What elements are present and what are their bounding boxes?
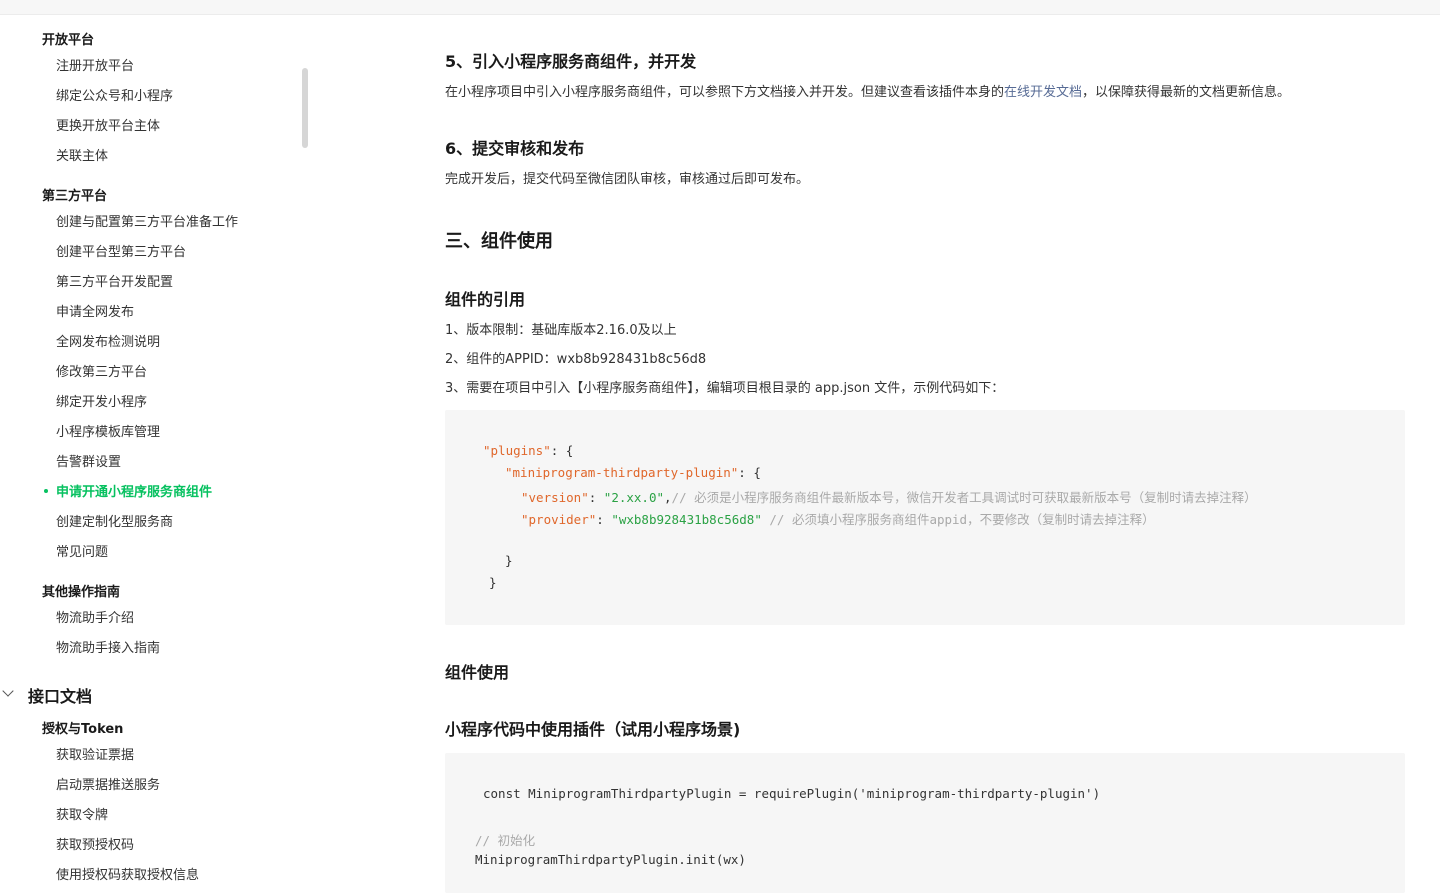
code-block-app-json: "plugins": { "miniprogram-thirdparty-plu… [445,410,1405,625]
sidebar-item-template-library[interactable]: 小程序模板库管理 [56,421,160,440]
sidebar-item-alert-group[interactable]: 告警群设置 [56,451,121,470]
sidebar-item-logistics-intro[interactable]: 物流助手介绍 [56,607,134,626]
sidebar-group-title: 其他操作指南 [42,585,121,600]
code-text: : { [550,443,574,458]
top-bar [0,0,1440,15]
active-indicator-dot [44,489,48,493]
code-text: , [664,490,672,505]
chevron-down-icon[interactable] [2,685,14,697]
sidebar-nav: 开放平台 注册开放平台 绑定公众号和小程序 更换开放平台主体 关联主体 第三方平… [0,15,302,884]
code-string: "2.xx.0" [603,490,665,505]
reference-item-2: 2、组件的APPID：wxb8b928431b8c56d8 [445,352,707,367]
code-line: "plugins": { [483,443,573,458]
doc-content: 5、引入小程序服务商组件，并开发 在小程序项目中引入小程序服务商组件，可以参照下… [310,15,1440,893]
code-line: "miniprogram-thirdparty-plugin": { [505,465,761,480]
heading-component-usage: 组件使用 [445,663,510,682]
sidebar-scrollbar-thumb[interactable] [302,68,308,148]
online-docs-link[interactable]: 在线开发文档 [1004,85,1082,100]
code-text: : { [738,465,761,480]
sidebar-item-custom-provider[interactable]: 创建定制化型服务商 [56,511,173,530]
sidebar-item-auth-info[interactable]: 使用授权码获取授权信息 [56,864,199,883]
code-key: "miniprogram-thirdparty-plugin" [505,465,739,480]
sidebar-item-dev-config[interactable]: 第三方平台开发配置 [56,271,173,290]
heading-step-6: 6、提交审核和发布 [445,139,585,158]
code-comment: // 必须是小程序服务商组件最新版本号，微信开发者工具调试时可获取最新版本号（复… [671,490,1257,505]
paragraph-text: ，以保障获得最新的文档更新信息。 [1082,85,1291,100]
sidebar-item-prep-work[interactable]: 创建与配置第三方平台准备工作 [56,211,238,230]
sidebar-group-title: 开放平台 [42,33,95,48]
code-comment: // 初始化 [475,833,536,848]
paragraph-step-6: 完成开发后，提交代码至微信团队审核，审核通过后即可发布。 [445,172,810,187]
code-line: const MiniprogramThirdpartyPlugin = requ… [483,786,1101,801]
code-text: : [588,490,604,505]
sidebar-item-bind-dev-miniprogram[interactable]: 绑定开发小程序 [56,391,147,410]
code-key: "version" [521,490,589,505]
reference-item-3: 3、需要在项目中引入【小程序服务商组件】，编辑项目根目录的 app.json 文… [445,381,1005,396]
code-line: } [505,553,513,568]
sidebar-item-related-subject[interactable]: 关联主体 [56,145,108,164]
code-line: } [489,575,497,590]
code-string: "wxb8b928431b8c56d8" [611,512,762,527]
heading-component-reference: 组件的引用 [445,290,526,309]
sidebar-item-create-platform[interactable]: 创建平台型第三方平台 [56,241,186,260]
sidebar-item-modify-platform[interactable]: 修改第三方平台 [56,361,147,380]
sidebar-item-logistics-guide[interactable]: 物流助手接入指南 [56,637,160,656]
code-comment: // 必须填小程序服务商组件appid，不要修改（复制时请去掉注释） [761,512,1155,527]
code-key: "plugins" [483,443,551,458]
sidebar-item-ticket-push[interactable]: 启动票据推送服务 [56,774,160,793]
sidebar-item-pre-auth-code[interactable]: 获取预授权码 [56,834,134,853]
sidebar-item-get-ticket[interactable]: 获取验证票据 [56,744,134,763]
code-line: "version": "2.xx.0",// 必须是小程序服务商组件最新版本号，… [521,487,1257,506]
heading-section-3: 三、组件使用 [445,231,553,252]
sidebar-item-release-check[interactable]: 全网发布检测说明 [56,331,160,350]
heading-step-5: 5、引入小程序服务商组件，并开发 [445,52,697,71]
sidebar-item-register-open-platform[interactable]: 注册开放平台 [56,55,134,74]
code-key: "provider" [521,512,597,527]
sidebar-group-title: 授权与Token [42,722,124,737]
paragraph-text: 在小程序项目中引入小程序服务商组件，可以参照下方文档接入并开发。但建议查看该插件… [445,85,1005,100]
code-line: "provider": "wxb8b928431b8c56d8" // 必须填小… [521,509,1155,528]
sidebar-item-get-token[interactable]: 获取令牌 [56,804,108,823]
sidebar-item-apply-component[interactable]: 申请开通小程序服务商组件 [56,481,212,500]
code-block-plugin-init: const MiniprogramThirdpartyPlugin = requ… [445,753,1405,893]
sidebar-item-change-subject[interactable]: 更换开放平台主体 [56,115,160,134]
sidebar-item-faq[interactable]: 常见问题 [56,541,108,560]
sidebar-item-bind-accounts[interactable]: 绑定公众号和小程序 [56,85,173,104]
code-line: MiniprogramThirdpartyPlugin.init(wx) [475,852,746,867]
sidebar-group-title: 第三方平台 [42,189,108,204]
heading-plugin-usage: 小程序代码中使用插件（试用小程序场景) [445,720,741,739]
sidebar-item-apply-release[interactable]: 申请全网发布 [56,301,134,320]
reference-item-1: 1、版本限制：基础库版本2.16.0及以上 [445,323,677,338]
code-text: : [596,512,612,527]
paragraph-step-5: 在小程序项目中引入小程序服务商组件，可以参照下方文档接入并开发。但建议查看该插件… [445,81,1290,100]
sidebar-section-api-docs[interactable]: 接口文档 [28,683,92,707]
